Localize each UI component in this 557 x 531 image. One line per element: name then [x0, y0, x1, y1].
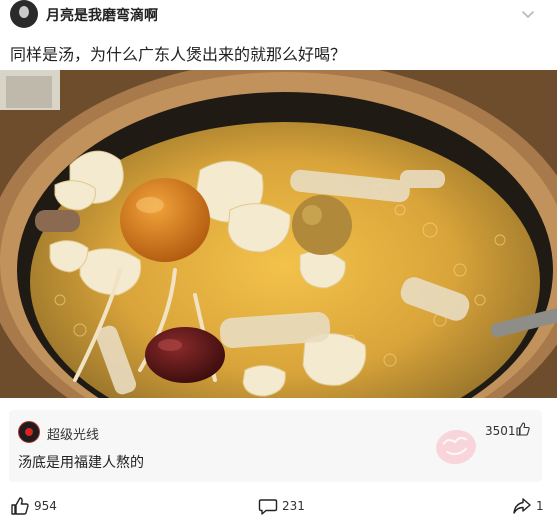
share-count: 1 [536, 499, 544, 513]
share-arrow-icon [513, 498, 531, 514]
comment-like-count: 3501 [485, 424, 516, 438]
comment-count: 231 [282, 499, 305, 513]
like-count: 954 [34, 499, 57, 513]
chevron-down-icon[interactable] [518, 4, 538, 24]
thumbs-up-icon[interactable] [515, 421, 531, 437]
speech-bubble-icon [258, 499, 278, 515]
post-image[interactable] [0, 70, 557, 398]
share-button[interactable]: 1 [512, 496, 552, 518]
commenter-avatar[interactable] [18, 421, 40, 443]
author-name[interactable]: 月亮是我磨弯滴啊 [46, 5, 158, 25]
post-action-bar: 954 231 1 [0, 490, 557, 526]
author-avatar[interactable] [10, 0, 38, 28]
top-comment-card[interactable]: 超级光线 3501 汤底是用福建人熬的 [9, 410, 542, 482]
post-title[interactable]: 同样是汤，为什么广东人煲出来的就那么好喝？ [10, 41, 346, 65]
comment-button[interactable]: 231 [258, 496, 318, 518]
post-header: 月亮是我磨弯滴啊 [0, 0, 557, 30]
watermark-logo [433, 426, 479, 468]
thumbs-up-icon [11, 497, 29, 515]
comment-text: 汤底是用福建人熬的 [18, 455, 144, 471]
commenter-name[interactable]: 超级光线 [47, 424, 99, 443]
like-button[interactable]: 954 [10, 496, 70, 518]
